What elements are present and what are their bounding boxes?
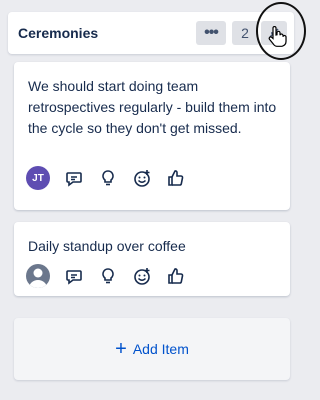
avatar[interactable] [26, 264, 50, 288]
plus-icon: + [115, 338, 127, 360]
user-icon [29, 268, 47, 288]
add-item-button[interactable]: + Add Item [14, 318, 290, 380]
card-count-badge: 2 [232, 21, 258, 45]
card-actions [26, 264, 186, 288]
more-icon: ••• [204, 24, 219, 41]
add-reaction-icon[interactable] [132, 266, 152, 286]
avatar[interactable]: JT [26, 166, 50, 190]
card[interactable]: We should start doing team retrospective… [14, 62, 290, 210]
more-options-button[interactable]: ••• [196, 21, 226, 45]
column-title: Ceremonies [18, 25, 99, 41]
hand-cursor-icon [268, 26, 287, 47]
add-reaction-icon[interactable] [132, 168, 152, 188]
comment-icon[interactable] [64, 266, 84, 286]
card-text: Daily standup over coffee [28, 238, 186, 254]
card-text: We should start doing team retrospective… [28, 78, 277, 136]
add-item-label: Add Item [132, 341, 189, 357]
card[interactable]: Daily standup over coffee [14, 222, 290, 296]
lightbulb-icon[interactable] [98, 266, 118, 286]
thumbs-up-icon[interactable] [166, 266, 186, 286]
column-header: Ceremonies ••• 2 [8, 12, 294, 54]
card-actions: JT [26, 166, 186, 190]
lightbulb-icon[interactable] [98, 168, 118, 188]
thumbs-up-icon[interactable] [166, 168, 186, 188]
comment-icon[interactable] [64, 168, 84, 188]
